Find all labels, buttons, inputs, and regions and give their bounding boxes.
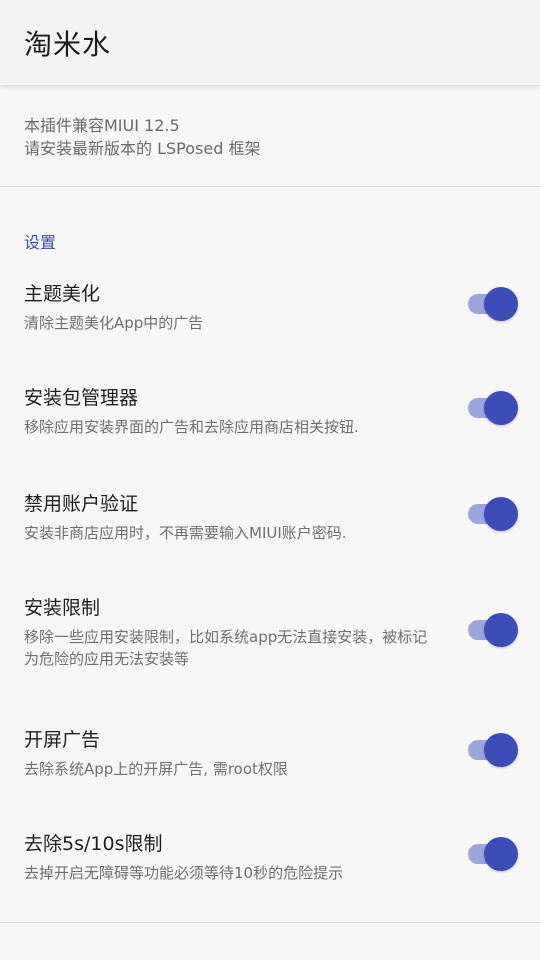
toggle-thumb (484, 613, 518, 647)
toggle-thumb (484, 733, 518, 767)
setting-disable-account-verify[interactable]: 禁用账户验证 安装非商店应用时，不再需要输入MIUI账户密码. (0, 477, 540, 583)
compat-text: 本插件兼容MIUI 12.5 (24, 116, 180, 135)
toggle-switch[interactable] (468, 287, 518, 321)
toggle-thumb (484, 391, 518, 425)
toggle-switch[interactable] (468, 733, 518, 767)
toggle-switch[interactable] (468, 613, 518, 647)
setting-desc: 移除一些应用安装限制，比如系统app无法直接安装，被标记为危险的应用无法安装等 (24, 628, 428, 668)
toggle-switch[interactable] (468, 391, 518, 425)
app-root: 淘米水 本插件兼容MIUI 12.5 请安装最新版本的 LSPosed 框架 设… (0, 0, 540, 960)
setting-desc: 清除主题美化App中的广告 (24, 314, 204, 332)
app-title: 淘米水 (24, 27, 112, 61)
setting-title: 去除5s/10s限制 (24, 833, 163, 855)
bottom-divider (0, 922, 540, 923)
section-header-settings: 设置 (24, 233, 57, 252)
info-panel: 本插件兼容MIUI 12.5 请安装最新版本的 LSPosed 框架 (0, 86, 540, 187)
toggle-switch[interactable] (468, 837, 518, 871)
setting-desc: 安装非商店应用时，不再需要输入MIUI账户密码. (24, 524, 347, 542)
lsposed-text: 请安装最新版本的 LSPosed 框架 (24, 139, 261, 158)
setting-title: 禁用账户验证 (24, 493, 139, 515)
setting-desc: 移除应用安装界面的广告和去除应用商店相关按钮. (24, 418, 359, 436)
setting-theme-beautify[interactable]: 主题美化 清除主题美化App中的广告 (0, 267, 540, 371)
setting-install-restrictions[interactable]: 安装限制 移除一些应用安装限制，比如系统app无法直接安装，被标记为危险的应用无… (0, 583, 540, 713)
setting-desc: 去掉开启无障碍等功能必须等待10秒的危险提示 (24, 864, 344, 882)
setting-splash-ads[interactable]: 开屏广告 去除系统App上的开屏广告, 需root权限 (0, 713, 540, 817)
setting-desc: 去除系统App上的开屏广告, 需root权限 (24, 760, 288, 778)
toggle-thumb (484, 837, 518, 871)
setting-title: 安装包管理器 (24, 387, 139, 409)
setting-title: 开屏广告 (24, 729, 101, 751)
toggle-thumb (484, 287, 518, 321)
toggle-thumb (484, 497, 518, 531)
setting-remove-wait-limit[interactable]: 去除5s/10s限制 去掉开启无障碍等功能必须等待10秒的危险提示 (0, 817, 540, 907)
setting-title: 主题美化 (24, 283, 101, 305)
toggle-switch[interactable] (468, 497, 518, 531)
setting-title: 安装限制 (24, 597, 101, 619)
setting-package-installer[interactable]: 安装包管理器 移除应用安装界面的广告和去除应用商店相关按钮. (0, 371, 540, 477)
app-bar: 淘米水 (0, 0, 540, 86)
